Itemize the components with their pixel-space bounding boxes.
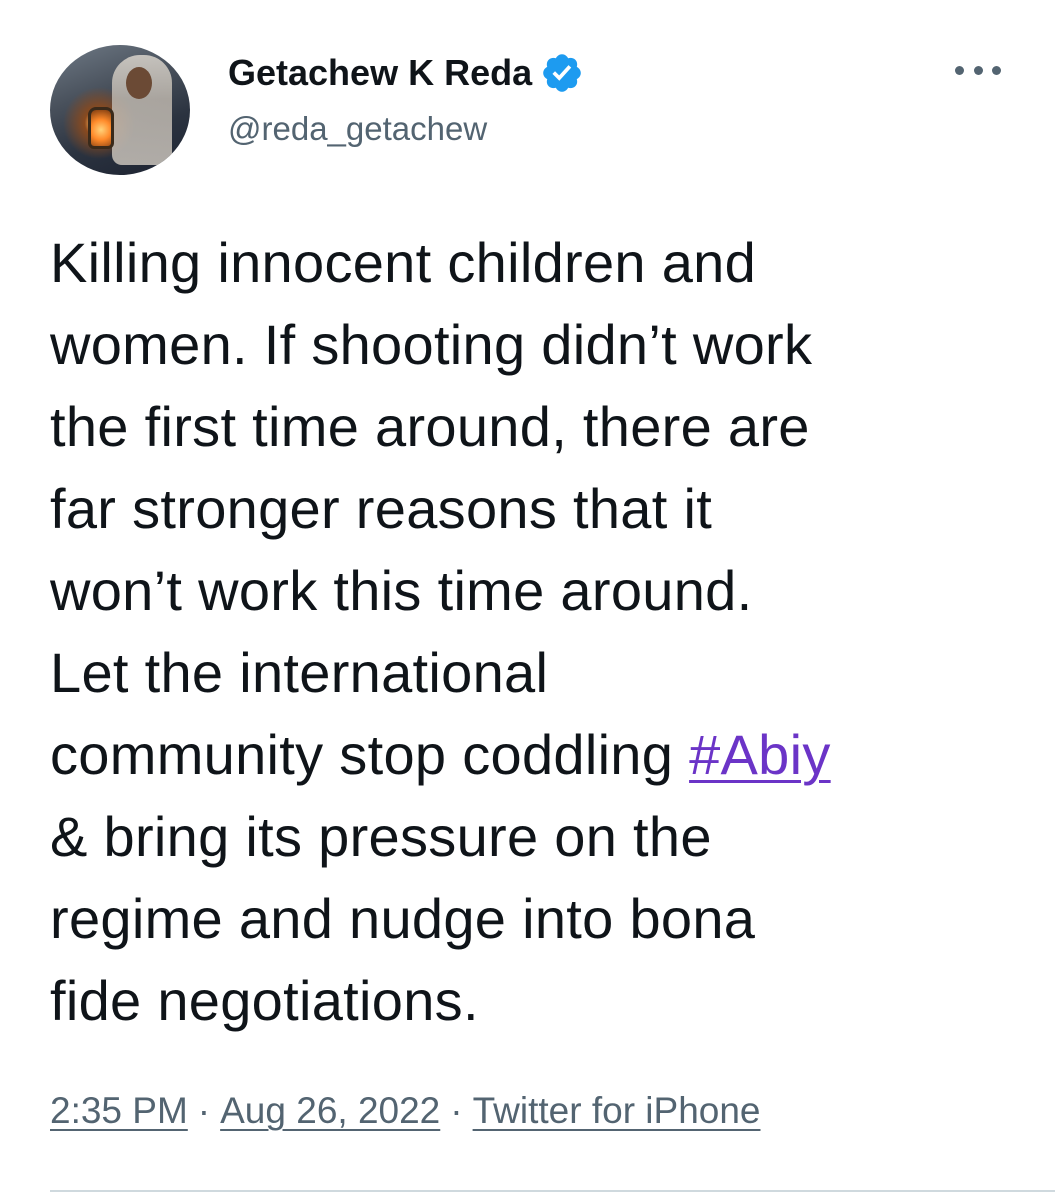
avatar[interactable] [50,45,190,175]
more-dot [973,65,983,75]
tweet-line: the first time around, there are [50,395,810,458]
tweet-time-link[interactable]: 2:35 PM [50,1090,188,1131]
more-options-icon[interactable] [955,60,1001,80]
divider [50,1190,1055,1192]
author-display-name[interactable]: Getachew K Reda [228,52,532,94]
tweet-line: Killing innocent children and [50,231,757,294]
avatar-face [126,67,152,99]
hashtag-link[interactable]: #Abiy [689,723,831,786]
tweet-line: far stronger reasons that it [50,477,713,540]
tweet-line-text: community stop coddling [50,723,690,786]
tweet-line: women. If shooting didn’t work [50,313,813,376]
tweet-source-link[interactable]: Twitter for iPhone [473,1090,761,1131]
tweet-line-with-hashtag: community stop coddling #Abiy [50,714,1025,796]
meta-separator: · [450,1090,463,1131]
tweet-line: regime and nudge into bona [50,887,756,950]
tweet-text: Killing innocent children and women. If … [50,222,1025,1042]
avatar-lantern [88,107,114,149]
verified-badge-icon [543,54,581,92]
tweet-line: Let the international [50,641,549,704]
tweet-date-link[interactable]: Aug 26, 2022 [220,1090,440,1131]
author-name-row[interactable]: Getachew K Reda [228,48,584,98]
tweet-line: & bring its pressure on the [50,805,712,868]
meta-separator: · [197,1090,211,1131]
author-handle[interactable]: @reda_getachew [228,110,487,148]
tweet-line: won’t work this time around. [50,559,753,622]
more-dot [992,65,1001,75]
tweet-line: fide negotiations. [50,969,479,1032]
more-dot [955,65,964,75]
tweet-meta: 2:35 PM · Aug 26, 2022 · Twitter for iPhone [50,1090,761,1132]
